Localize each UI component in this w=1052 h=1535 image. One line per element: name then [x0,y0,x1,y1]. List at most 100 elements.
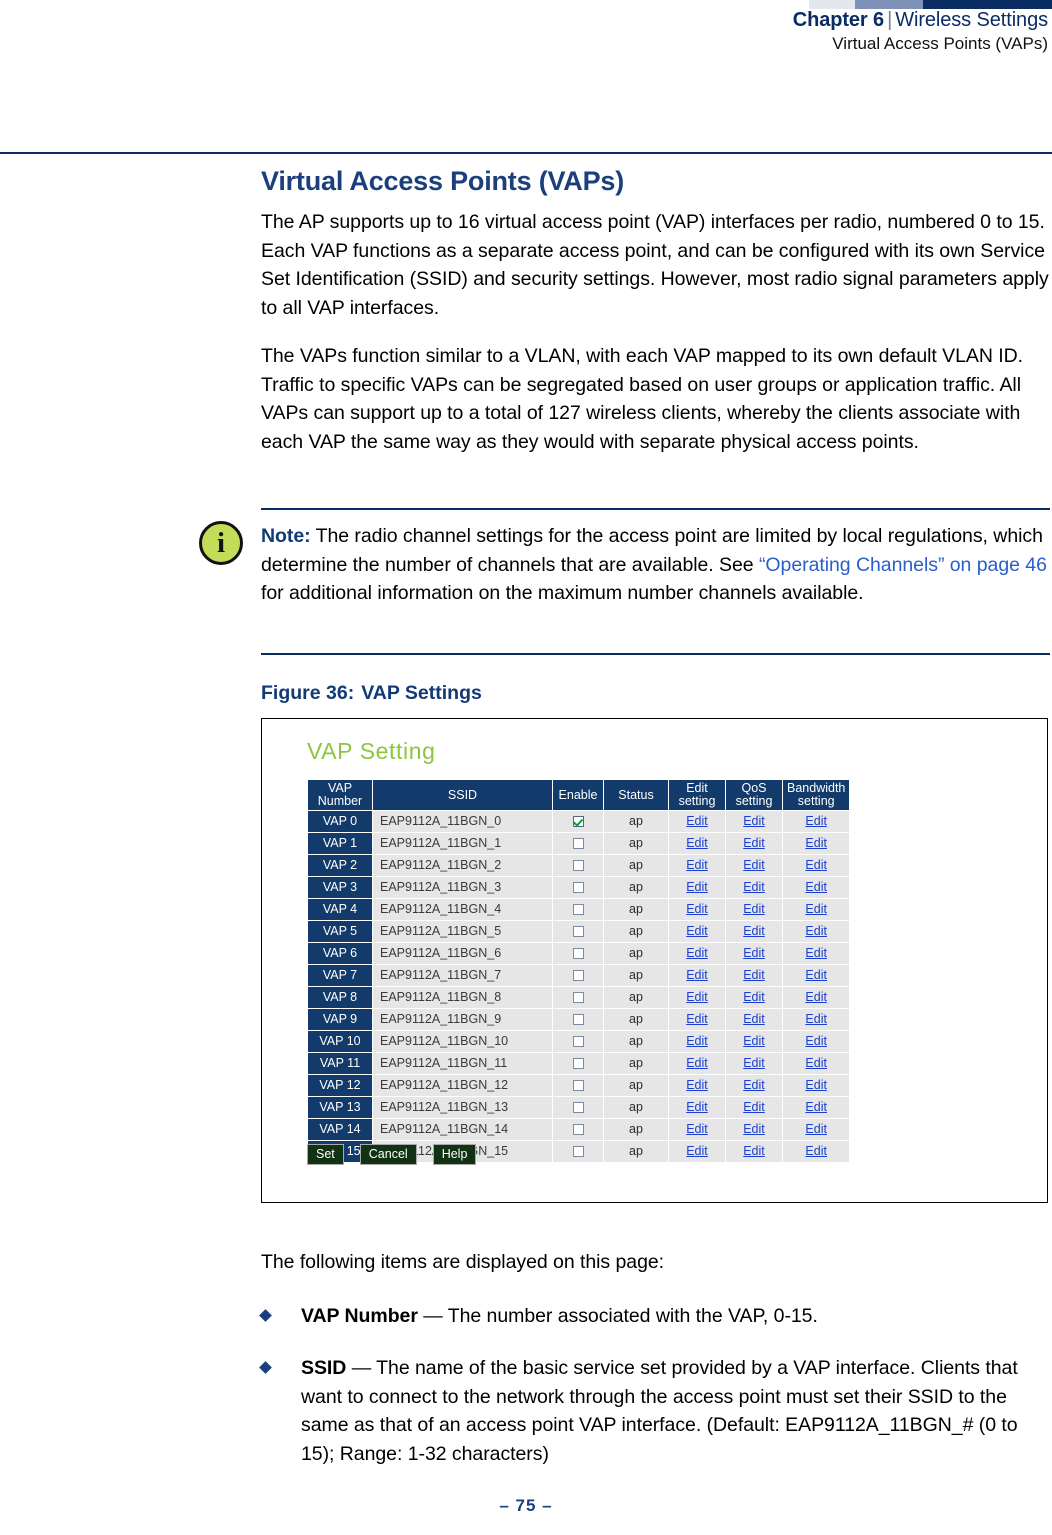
enable-checkbox[interactable] [572,1080,584,1092]
edit-setting-link[interactable]: Edit [686,880,708,894]
edit-setting-link[interactable]: Edit [686,858,708,872]
bandwidth-setting-link[interactable]: Edit [805,1078,827,1092]
enable-checkbox[interactable] [572,992,584,1004]
cell-qos-setting-link: Edit [726,987,782,1008]
bandwidth-setting-link[interactable]: Edit [805,858,827,872]
table-row: VAP 5 EAP9112A_11BGN_5 ap Edit Edit Edit [308,921,850,942]
bandwidth-setting-link[interactable]: Edit [805,1056,827,1070]
qos-setting-link[interactable]: Edit [743,814,765,828]
bullet-term-ssid: SSID [301,1357,347,1379]
enable-checkbox[interactable] [572,904,584,916]
cell-enable [553,1141,603,1162]
cell-vap-number: VAP 13 [308,1097,372,1118]
qos-setting-link[interactable]: Edit [743,1078,765,1092]
bandwidth-setting-link[interactable]: Edit [805,1144,827,1158]
qos-setting-link[interactable]: Edit [743,880,765,894]
bandwidth-setting-link[interactable]: Edit [805,924,827,938]
cell-edit-setting-link: Edit [669,943,725,964]
edit-setting-link[interactable]: Edit [686,1144,708,1158]
diamond-bullet-icon [259,1361,272,1374]
note-cross-reference-link[interactable]: “Operating Channels” on page 46 [759,554,1047,576]
qos-setting-link[interactable]: Edit [743,1100,765,1114]
bandwidth-setting-link[interactable]: Edit [805,1122,827,1136]
qos-setting-link[interactable]: Edit [743,1056,765,1070]
cancel-button[interactable]: Cancel [359,1144,417,1165]
cell-qos-setting-link: Edit [726,1075,782,1096]
cell-enable [553,987,603,1008]
enable-checkbox[interactable] [572,1036,584,1048]
cell-ssid: EAP9112A_11BGN_10 [373,1031,552,1052]
enable-checkbox[interactable] [572,970,584,982]
bandwidth-setting-link[interactable]: Edit [805,1034,827,1048]
info-icon-glyph: i [216,527,226,559]
cell-edit-setting-link: Edit [669,987,725,1008]
cell-qos-setting-link: Edit [726,899,782,920]
bandwidth-setting-link[interactable]: Edit [805,1100,827,1114]
table-row: VAP 11 EAP9112A_11BGN_11 ap Edit Edit Edit [308,1053,850,1074]
edit-setting-link[interactable]: Edit [686,1034,708,1048]
cell-bandwidth-setting-link: Edit [783,1097,850,1118]
edit-setting-link[interactable]: Edit [686,836,708,850]
edit-setting-link[interactable]: Edit [686,1100,708,1114]
cell-edit-setting-link: Edit [669,833,725,854]
edit-setting-link[interactable]: Edit [686,990,708,1004]
enable-checkbox[interactable] [572,838,584,850]
set-button[interactable]: Set [307,1144,344,1165]
enable-checkbox[interactable] [572,948,584,960]
qos-setting-link[interactable]: Edit [743,924,765,938]
enable-checkbox[interactable] [572,1014,584,1026]
bandwidth-setting-link[interactable]: Edit [805,880,827,894]
cell-edit-setting-link: Edit [669,811,725,832]
qos-setting-link[interactable]: Edit [743,836,765,850]
qos-setting-link[interactable]: Edit [743,858,765,872]
cell-status: ap [604,1031,668,1052]
help-button[interactable]: Help [432,1144,477,1165]
vap-settings-table: VAP Number SSID Enable Status Edit setti… [307,779,851,1163]
edit-setting-link[interactable]: Edit [686,1078,708,1092]
cell-qos-setting-link: Edit [726,1053,782,1074]
edit-setting-link[interactable]: Edit [686,946,708,960]
cell-ssid: EAP9112A_11BGN_14 [373,1119,552,1140]
edit-setting-link[interactable]: Edit [686,968,708,982]
bandwidth-setting-link[interactable]: Edit [805,990,827,1004]
qos-setting-link[interactable]: Edit [743,968,765,982]
edit-setting-link[interactable]: Edit [686,1012,708,1026]
cell-bandwidth-setting-link: Edit [783,899,850,920]
header-chapter-label: Chapter 6 [792,9,885,31]
qos-setting-link[interactable]: Edit [743,902,765,916]
figure-vap-settings-screenshot: VAP Setting VAP Number SSID Enable Statu… [261,718,1048,1203]
enable-checkbox[interactable] [572,860,584,872]
bandwidth-setting-link[interactable]: Edit [805,902,827,916]
edit-setting-link[interactable]: Edit [686,1122,708,1136]
bandwidth-setting-link[interactable]: Edit [805,814,827,828]
list-item: SSID — The name of the basic service set… [259,1354,1050,1468]
qos-setting-link[interactable]: Edit [743,1122,765,1136]
qos-setting-link[interactable]: Edit [743,990,765,1004]
enable-checkbox[interactable] [572,1058,584,1070]
cell-bandwidth-setting-link: Edit [783,1119,850,1140]
edit-setting-link[interactable]: Edit [686,1056,708,1070]
edit-setting-link[interactable]: Edit [686,902,708,916]
enable-checkbox[interactable] [572,816,584,828]
bandwidth-setting-link[interactable]: Edit [805,968,827,982]
enable-checkbox[interactable] [572,1102,584,1114]
page-number-footer: – 75 – [499,1496,553,1515]
vap-table-body: VAP 0 EAP9112A_11BGN_0 ap Edit Edit Edit VAP 1… [308,811,850,1162]
cell-vap-number: VAP 10 [308,1031,372,1052]
enable-checkbox[interactable] [572,926,584,938]
cell-enable [553,1119,603,1140]
qos-setting-link[interactable]: Edit [743,1034,765,1048]
qos-setting-link[interactable]: Edit [743,946,765,960]
enable-checkbox[interactable] [572,1124,584,1136]
bandwidth-setting-link[interactable]: Edit [805,1012,827,1026]
qos-setting-link[interactable]: Edit [743,1144,765,1158]
enable-checkbox[interactable] [572,1146,584,1158]
qos-setting-link[interactable]: Edit [743,1012,765,1026]
edit-setting-link[interactable]: Edit [686,814,708,828]
bandwidth-setting-link[interactable]: Edit [805,946,827,960]
cell-ssid: EAP9112A_11BGN_7 [373,965,552,986]
bandwidth-setting-link[interactable]: Edit [805,836,827,850]
edit-setting-link[interactable]: Edit [686,924,708,938]
bullet-dash-0: — [417,1305,448,1327]
enable-checkbox[interactable] [572,882,584,894]
